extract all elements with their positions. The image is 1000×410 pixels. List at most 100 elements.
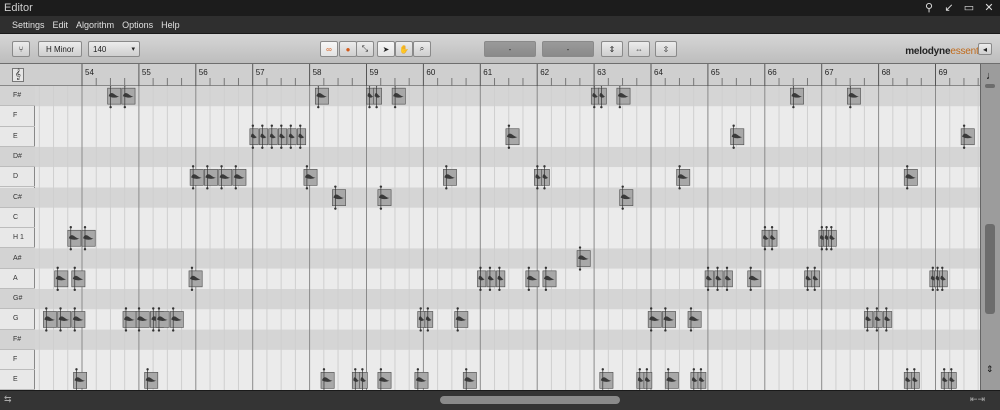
key-row[interactable]: E <box>0 370 35 391</box>
menu-options[interactable]: Options <box>122 20 153 30</box>
info-field-2[interactable]: - <box>542 41 594 57</box>
ruler-bar-number: 55 <box>142 68 151 77</box>
key-label: F# <box>13 92 22 100</box>
hand-tool-button[interactable]: ✋ <box>395 41 413 57</box>
key-row[interactable]: D# <box>0 146 35 168</box>
info-field-1[interactable]: - <box>484 41 536 57</box>
key-row[interactable]: A# <box>0 248 35 269</box>
vertical-scroll-thumb[interactable] <box>985 224 995 314</box>
zoom-tool-button[interactable]: ⌕ <box>413 41 431 57</box>
pitch-row-bg <box>35 86 980 107</box>
pitch-row-bg <box>35 187 980 208</box>
key-label: F <box>13 356 18 364</box>
ruler-bar-number: 65 <box>711 68 720 77</box>
timeline-ruler[interactable]: 𝄞 54 55 56 57 58 59 60 61 62 63 64 65 66 67 68 69 <box>0 64 1000 86</box>
tempo-value: 140 <box>93 44 107 54</box>
key-row[interactable]: D <box>0 167 35 188</box>
ruler-ticks: 54 55 56 57 58 59 60 61 62 63 64 65 66 67 68 69 <box>81 64 979 86</box>
key-label: E <box>13 132 18 140</box>
pitch-icon: ∞ <box>326 44 332 54</box>
fit-icon: ⇤⇥ <box>970 394 986 404</box>
tempo-field[interactable]: 140 ▾ <box>88 41 140 57</box>
key-row[interactable]: H 1 <box>0 228 35 249</box>
arrow-pointer-icon: ➤ <box>382 44 390 54</box>
key-row[interactable]: F <box>0 350 35 371</box>
ruler-bar-number: 63 <box>597 68 606 77</box>
pointer-tool-button[interactable]: ➤ <box>377 41 395 57</box>
pitch-row-bg <box>35 167 980 188</box>
pitch-row-bg <box>35 207 980 229</box>
editor-window: Editor ⚲ ↙ ▭ ✕ Settings Edit Algorithm O… <box>0 0 1000 410</box>
pitch-row-bg <box>35 228 980 249</box>
timing-tool-button[interactable]: ⤡ <box>356 41 374 57</box>
pitch-keyboard[interactable]: F# F E D# D C# C H 1 A# A G# G F# F E <box>0 86 35 391</box>
playback-button[interactable]: ⑂ <box>12 41 30 57</box>
key-selector[interactable]: H Minor <box>38 41 82 57</box>
key-row[interactable]: C <box>0 208 35 229</box>
toolbar: ⑂ H Minor 140 ▾ ∞ ● ⤡ ➤ ✋ ⌕ - - ⇕ ⇔ ⇳ me… <box>0 34 1000 64</box>
tuning-fork-icon: ⑂ <box>18 44 24 54</box>
time-align-button[interactable]: ⇔ <box>628 41 650 57</box>
hand-icon: ✋ <box>399 44 409 54</box>
pitch-row-bg <box>35 106 980 127</box>
menu-algorithm[interactable]: Algorithm <box>76 20 114 30</box>
pitch-row-bg <box>35 268 980 289</box>
ruler-bar-number: 61 <box>483 68 492 77</box>
ruler-bar-number: 54 <box>85 68 94 77</box>
note-grid[interactable] <box>35 86 980 390</box>
close-icon[interactable]: ✕ <box>982 1 996 15</box>
key-label: H 1 <box>13 234 24 242</box>
key-label: F# <box>13 335 22 343</box>
ruler-bar-number: 59 <box>370 68 379 77</box>
pitch-row-bg <box>35 248 980 269</box>
menu-help[interactable]: Help <box>161 20 180 30</box>
quantize-button[interactable]: ⇳ <box>655 41 677 57</box>
key-label: E <box>13 376 18 384</box>
pitch-row-bg <box>35 370 980 390</box>
key-row[interactable]: F <box>0 106 35 127</box>
key-row[interactable]: F# <box>0 329 35 350</box>
pitch-tool-button[interactable]: ∞ <box>320 41 338 57</box>
ruler-bar-number: 62 <box>540 68 549 77</box>
menu-edit[interactable]: Edit <box>53 20 69 30</box>
ruler-bar-number: 56 <box>199 68 208 77</box>
ruler-bar-number: 69 <box>939 68 948 77</box>
key-label: A# <box>13 254 22 262</box>
shrink-icon[interactable]: ↙ <box>942 1 956 15</box>
brand-logo: melodyneessential <box>905 46 988 57</box>
pin-icon[interactable]: ⚲ <box>922 1 936 15</box>
ruler-bar-number: 57 <box>256 68 265 77</box>
key-label: A <box>13 274 18 282</box>
horizontal-scroll-thumb[interactable] <box>440 396 620 404</box>
vertical-align-icon: ⇳ <box>662 44 670 54</box>
key-row[interactable]: G <box>0 309 35 330</box>
horizontal-zoom-icon: ⇆ <box>4 394 12 404</box>
horizontal-align-icon: ⇔ <box>635 44 643 54</box>
vertical-zoom-icon: ⇕ <box>986 364 994 374</box>
pitch-row-bg <box>35 329 980 350</box>
vertical-scrollbar[interactable]: ♩ ⇕ <box>980 64 1000 390</box>
key-row[interactable]: E <box>0 127 35 147</box>
toolbar-toggle-icon[interactable]: ◂ <box>978 43 992 55</box>
pitch-align-button[interactable]: ⇕ <box>601 41 623 57</box>
pitch-row-bg <box>35 146 980 168</box>
key-label: D# <box>13 153 22 161</box>
key-label: C# <box>13 193 22 201</box>
ruler-bar-number: 58 <box>313 68 322 77</box>
restore-icon[interactable]: ▭ <box>962 1 976 15</box>
key-row[interactable]: G# <box>0 289 35 310</box>
horizontal-scrollbar[interactable]: ⇆ ⇤⇥ <box>0 390 1000 410</box>
key-row[interactable]: C# <box>0 187 35 208</box>
timing-icon: ⤡ <box>361 44 369 53</box>
key-row[interactable]: A <box>0 269 35 289</box>
note-canvas[interactable] <box>35 86 980 390</box>
vertical-zoom-handle[interactable] <box>985 84 995 88</box>
amplitude-icon: ● <box>345 44 351 54</box>
menu-settings[interactable]: Settings <box>12 20 45 30</box>
ruler-bar-number: 66 <box>768 68 777 77</box>
amplitude-tool-button[interactable]: ● <box>339 41 357 57</box>
key-row[interactable]: F# <box>0 86 35 107</box>
note-icon: ♩ <box>986 70 997 82</box>
pitch-row-bg <box>35 349 980 371</box>
title-bar: Editor ⚲ ↙ ▭ ✕ <box>0 0 1000 16</box>
